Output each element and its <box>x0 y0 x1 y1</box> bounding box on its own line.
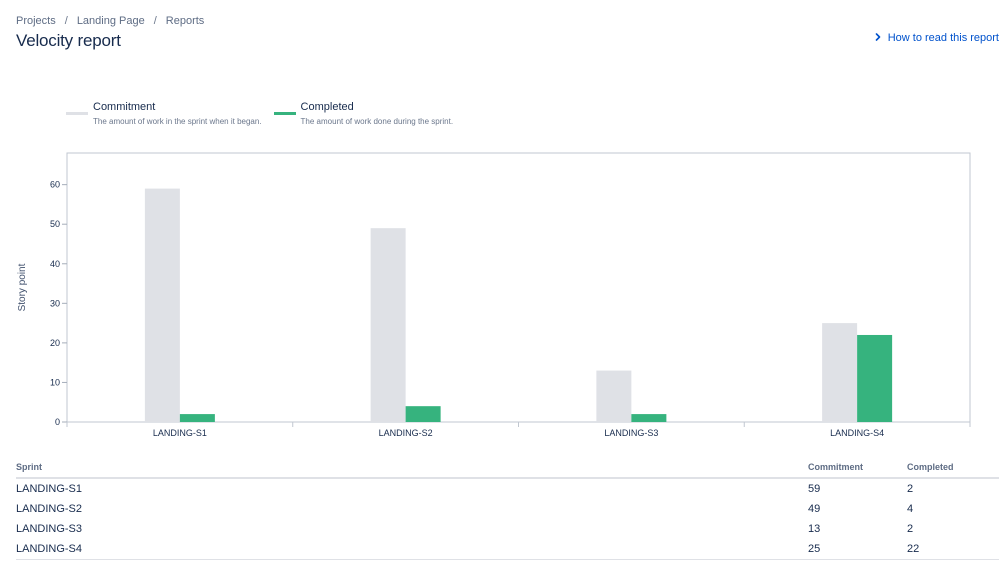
how-to-read-report-label: How to read this report <box>887 32 999 44</box>
breadcrumb-separator: / <box>64 15 68 27</box>
completed-bar <box>857 334 893 422</box>
breadcrumb-projects[interactable]: Projects <box>16 15 56 27</box>
breadcrumb: Projects / Landing Page / Reports <box>16 15 204 27</box>
x-tick-label: LANDING-S3 <box>604 428 658 438</box>
y-tick-label: 60 <box>50 180 60 190</box>
table-row: LANDING-S4 25 22 <box>16 539 999 560</box>
x-tick-label: LANDING-S1 <box>153 428 207 438</box>
commitment-bar <box>596 370 632 422</box>
table-row: LANDING-S3 13 2 <box>16 519 999 539</box>
y-tick-label: 20 <box>50 338 60 348</box>
header-sprint: Sprint <box>16 460 808 479</box>
velocity-table: Sprint Commitment Completed LANDING-S1 5… <box>16 460 999 560</box>
cell-commitment: 49 <box>808 503 821 515</box>
y-axis-label: Story point <box>17 263 28 311</box>
legend-description: The amount of work done during the sprin… <box>300 117 454 126</box>
legend-title: Commitment <box>93 101 156 113</box>
x-tick-label: LANDING-S4 <box>830 428 884 438</box>
chevron-right-icon <box>875 32 881 44</box>
cell-sprint: LANDING-S3 <box>16 523 83 535</box>
x-tick-label: LANDING-S2 <box>379 428 433 438</box>
velocity-chart: 0 10 20 30 40 50 60 Story point LANDING-S1 LANDIN… <box>17 152 971 438</box>
cell-commitment: 25 <box>808 539 907 560</box>
cell-sprint: LANDING-S1 <box>16 483 83 495</box>
cell-sprint: LANDING-S4 <box>16 539 808 560</box>
legend-description: The amount of work in the sprint when it… <box>93 117 262 126</box>
legend-swatch-commitment <box>66 112 88 115</box>
cell-commitment: 13 <box>808 523 821 535</box>
completed-bar <box>405 406 441 422</box>
header-completed: Completed <box>907 460 999 479</box>
cell-completed: 2 <box>907 483 914 495</box>
how-to-read-report-link[interactable]: How to read this report <box>875 32 999 44</box>
breadcrumb-reports[interactable]: Reports <box>166 15 205 27</box>
y-tick-label: 10 <box>50 377 60 387</box>
legend-title: Completed <box>300 101 354 113</box>
commitment-bar <box>822 323 858 422</box>
table-row: LANDING-S1 59 2 <box>16 478 999 499</box>
completed-bar <box>631 414 667 422</box>
cell-sprint: LANDING-S2 <box>16 503 83 515</box>
completed-bar <box>179 414 215 422</box>
y-tick-label: 40 <box>50 259 60 269</box>
commitment-bar <box>370 228 406 422</box>
breadcrumb-landing-page[interactable]: Landing Page <box>77 15 145 27</box>
cell-commitment: 59 <box>808 483 821 495</box>
cell-completed: 4 <box>907 503 914 515</box>
table-row: LANDING-S2 49 4 <box>16 499 999 519</box>
cell-completed: 2 <box>907 523 914 535</box>
y-tick-label: 0 <box>55 417 60 427</box>
commitment-bar <box>144 188 180 422</box>
breadcrumb-separator: / <box>153 15 157 27</box>
legend-swatch-completed <box>273 112 296 115</box>
chart-legend: Commitment The amount of work in the spr… <box>66 101 465 126</box>
table-header-row: Sprint Commitment Completed <box>16 460 999 479</box>
page-title: Velocity report <box>16 31 121 50</box>
cell-completed: 22 <box>907 539 999 560</box>
y-tick-label: 50 <box>50 219 60 229</box>
legend-item-commitment: Commitment The amount of work in the spr… <box>66 101 262 126</box>
header-commitment: Commitment <box>808 460 907 479</box>
y-tick-label: 30 <box>50 298 60 308</box>
legend-item-completed: Completed The amount of work done during… <box>273 101 454 126</box>
